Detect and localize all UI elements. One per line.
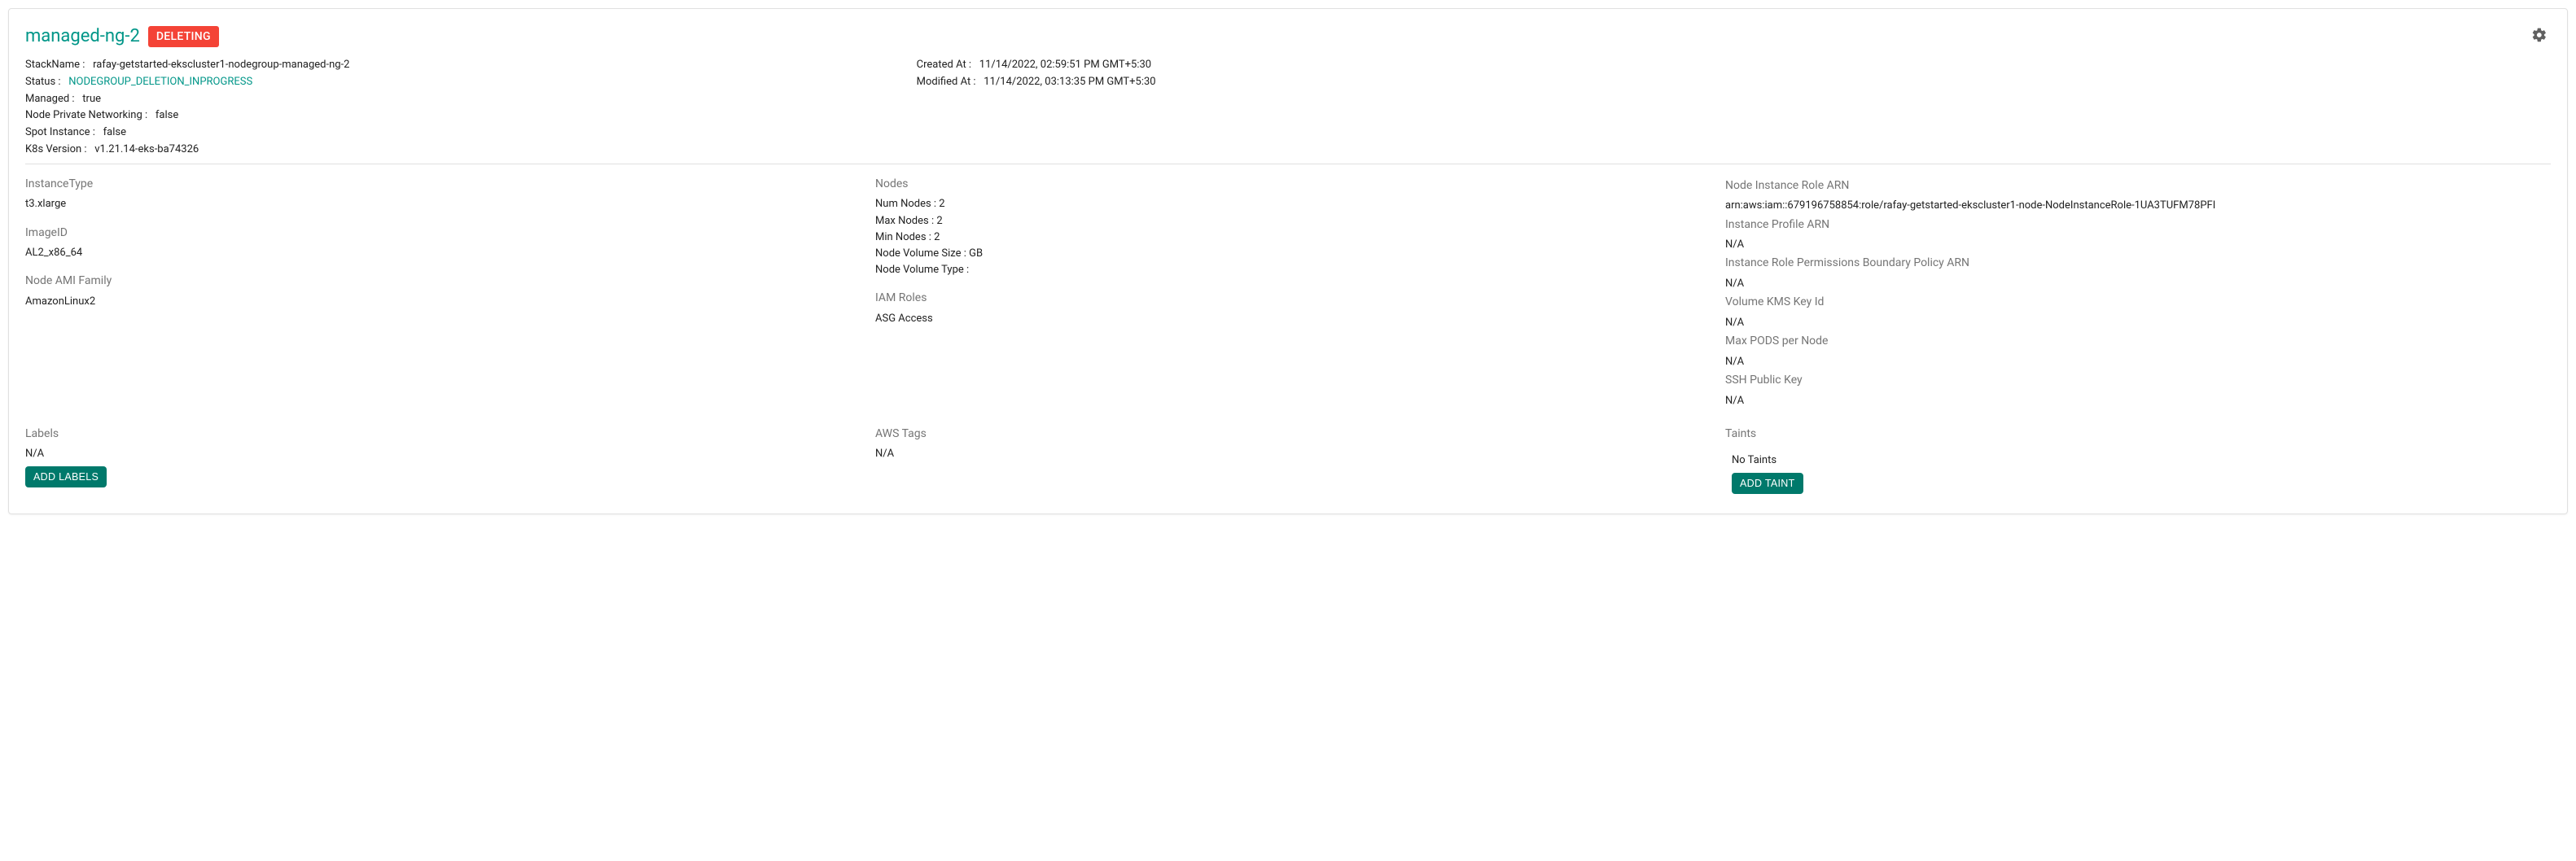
iam-roles-title: IAM Roles: [875, 290, 1701, 308]
image-id-title: ImageID: [25, 225, 851, 243]
taints-title: Taints: [1725, 426, 2551, 444]
stack-name-row: StackName : rafay-getstarted-ekscluster1…: [25, 57, 884, 74]
title-group: managed-ng-2 DELETING: [25, 26, 219, 47]
labels-group: Labels N/A ADD LABELS: [25, 426, 851, 494]
nodes-group: Nodes Num Nodes : 2 Max Nodes : 2 Min No…: [875, 176, 1701, 278]
meta-section: StackName : rafay-getstarted-ekscluster1…: [25, 57, 2551, 164]
spot-instance-value: false: [103, 126, 126, 138]
node-private-row: Node Private Networking : false: [25, 107, 884, 125]
status-badge: DELETING: [148, 26, 219, 47]
image-id-group: ImageID AL2_x86_64: [25, 225, 851, 262]
status-value: NODEGROUP_DELETION_INPROGRESS: [68, 76, 252, 88]
details-section: InstanceType t3.xlarge ImageID AL2_x86_6…: [25, 164, 2551, 494]
aws-tags-value: N/A: [875, 446, 1701, 462]
node-ami-value: AmazonLinux2: [25, 294, 851, 310]
node-ami-group: Node AMI Family AmazonLinux2: [25, 273, 851, 310]
k8s-version-label: K8s Version :: [25, 143, 87, 155]
managed-value: true: [82, 93, 101, 105]
aws-tags-group: AWS Tags N/A: [875, 426, 1701, 494]
header-row: managed-ng-2 DELETING: [25, 24, 2551, 49]
nodegroup-title: managed-ng-2: [25, 26, 140, 46]
node-private-value: false: [156, 109, 178, 121]
max-pods-title: Max PODS per Node: [1725, 333, 2551, 351]
node-volume-type: Node Volume Type :: [875, 262, 1701, 278]
perm-boundary-value: N/A: [1725, 276, 2551, 292]
ssh-title: SSH Public Key: [1725, 372, 2551, 390]
kms-value: N/A: [1725, 315, 2551, 331]
kms-title: Volume KMS Key Id: [1725, 294, 2551, 312]
node-instance-role-title: Node Instance Role ARN: [1725, 177, 2551, 195]
nodes-title: Nodes: [875, 176, 1701, 194]
taints-value: No Taints: [1725, 452, 2551, 469]
details-col-3: Node Instance Role ARN arn:aws:iam::6791…: [1725, 176, 2551, 409]
max-pods-value: N/A: [1725, 354, 2551, 370]
labels-title: Labels: [25, 426, 851, 444]
modified-at-row: Modified At : 11/14/2022, 03:13:35 PM GM…: [917, 74, 2551, 91]
modified-at-value: 11/14/2022, 03:13:35 PM GMT+5:30: [984, 76, 1155, 88]
node-ami-title: Node AMI Family: [25, 273, 851, 291]
gear-icon: [2531, 33, 2548, 46]
max-nodes: Max Nodes : 2: [875, 213, 1701, 229]
taints-group: Taints No Taints ADD TAINT: [1725, 426, 2551, 494]
node-volume-size: Node Volume Size : GB: [875, 246, 1701, 262]
created-at-value: 11/14/2022, 02:59:51 PM GMT+5:30: [979, 59, 1151, 71]
details-col-2: Nodes Num Nodes : 2 Max Nodes : 2 Min No…: [875, 176, 1701, 409]
meta-left-column: StackName : rafay-getstarted-ekscluster1…: [25, 57, 884, 159]
modified-at-label: Modified At :: [917, 76, 976, 88]
node-instance-role-value: arn:aws:iam::679196758854:role/rafay-get…: [1725, 198, 2551, 214]
iam-roles-group: IAM Roles ASG Access: [875, 290, 1701, 327]
stack-name-value: rafay-getstarted-ekscluster1-nodegroup-m…: [93, 59, 349, 71]
stack-name-label: StackName :: [25, 59, 85, 71]
spot-instance-label: Spot Instance :: [25, 126, 95, 138]
perm-boundary-title: Instance Role Permissions Boundary Polic…: [1725, 255, 2551, 273]
status-label: Status :: [25, 76, 61, 88]
status-row: Status : NODEGROUP_DELETION_INPROGRESS: [25, 74, 884, 91]
k8s-version-row: K8s Version : v1.21.14-eks-ba74326: [25, 142, 884, 159]
meta-right-column: Created At : 11/14/2022, 02:59:51 PM GMT…: [917, 57, 2551, 159]
created-at-row: Created At : 11/14/2022, 02:59:51 PM GMT…: [917, 57, 2551, 74]
k8s-version-value: v1.21.14-eks-ba74326: [94, 143, 199, 155]
add-labels-button[interactable]: ADD LABELS: [25, 466, 107, 487]
num-nodes: Num Nodes : 2: [875, 196, 1701, 212]
nodegroup-card: managed-ng-2 DELETING StackName : rafay-…: [8, 8, 2568, 514]
ssh-value: N/A: [1725, 393, 2551, 409]
labels-value: N/A: [25, 446, 851, 462]
created-at-label: Created At :: [917, 59, 971, 71]
instance-profile-value: N/A: [1725, 237, 2551, 253]
managed-row: Managed : true: [25, 91, 884, 108]
node-private-label: Node Private Networking :: [25, 109, 147, 121]
spot-instance-row: Spot Instance : false: [25, 125, 884, 142]
iam-roles-value: ASG Access: [875, 311, 1701, 327]
add-taint-button[interactable]: ADD TAINT: [1732, 473, 1803, 494]
instance-type-title: InstanceType: [25, 176, 851, 194]
min-nodes: Min Nodes : 2: [875, 229, 1701, 246]
aws-tags-title: AWS Tags: [875, 426, 1701, 444]
instance-profile-title: Instance Profile ARN: [1725, 216, 2551, 234]
details-col-1: InstanceType t3.xlarge ImageID AL2_x86_6…: [25, 176, 851, 409]
instance-type-value: t3.xlarge: [25, 196, 851, 212]
instance-type-group: InstanceType t3.xlarge: [25, 176, 851, 213]
image-id-value: AL2_x86_64: [25, 245, 851, 261]
managed-label: Managed :: [25, 93, 75, 105]
settings-button[interactable]: [2528, 24, 2551, 49]
